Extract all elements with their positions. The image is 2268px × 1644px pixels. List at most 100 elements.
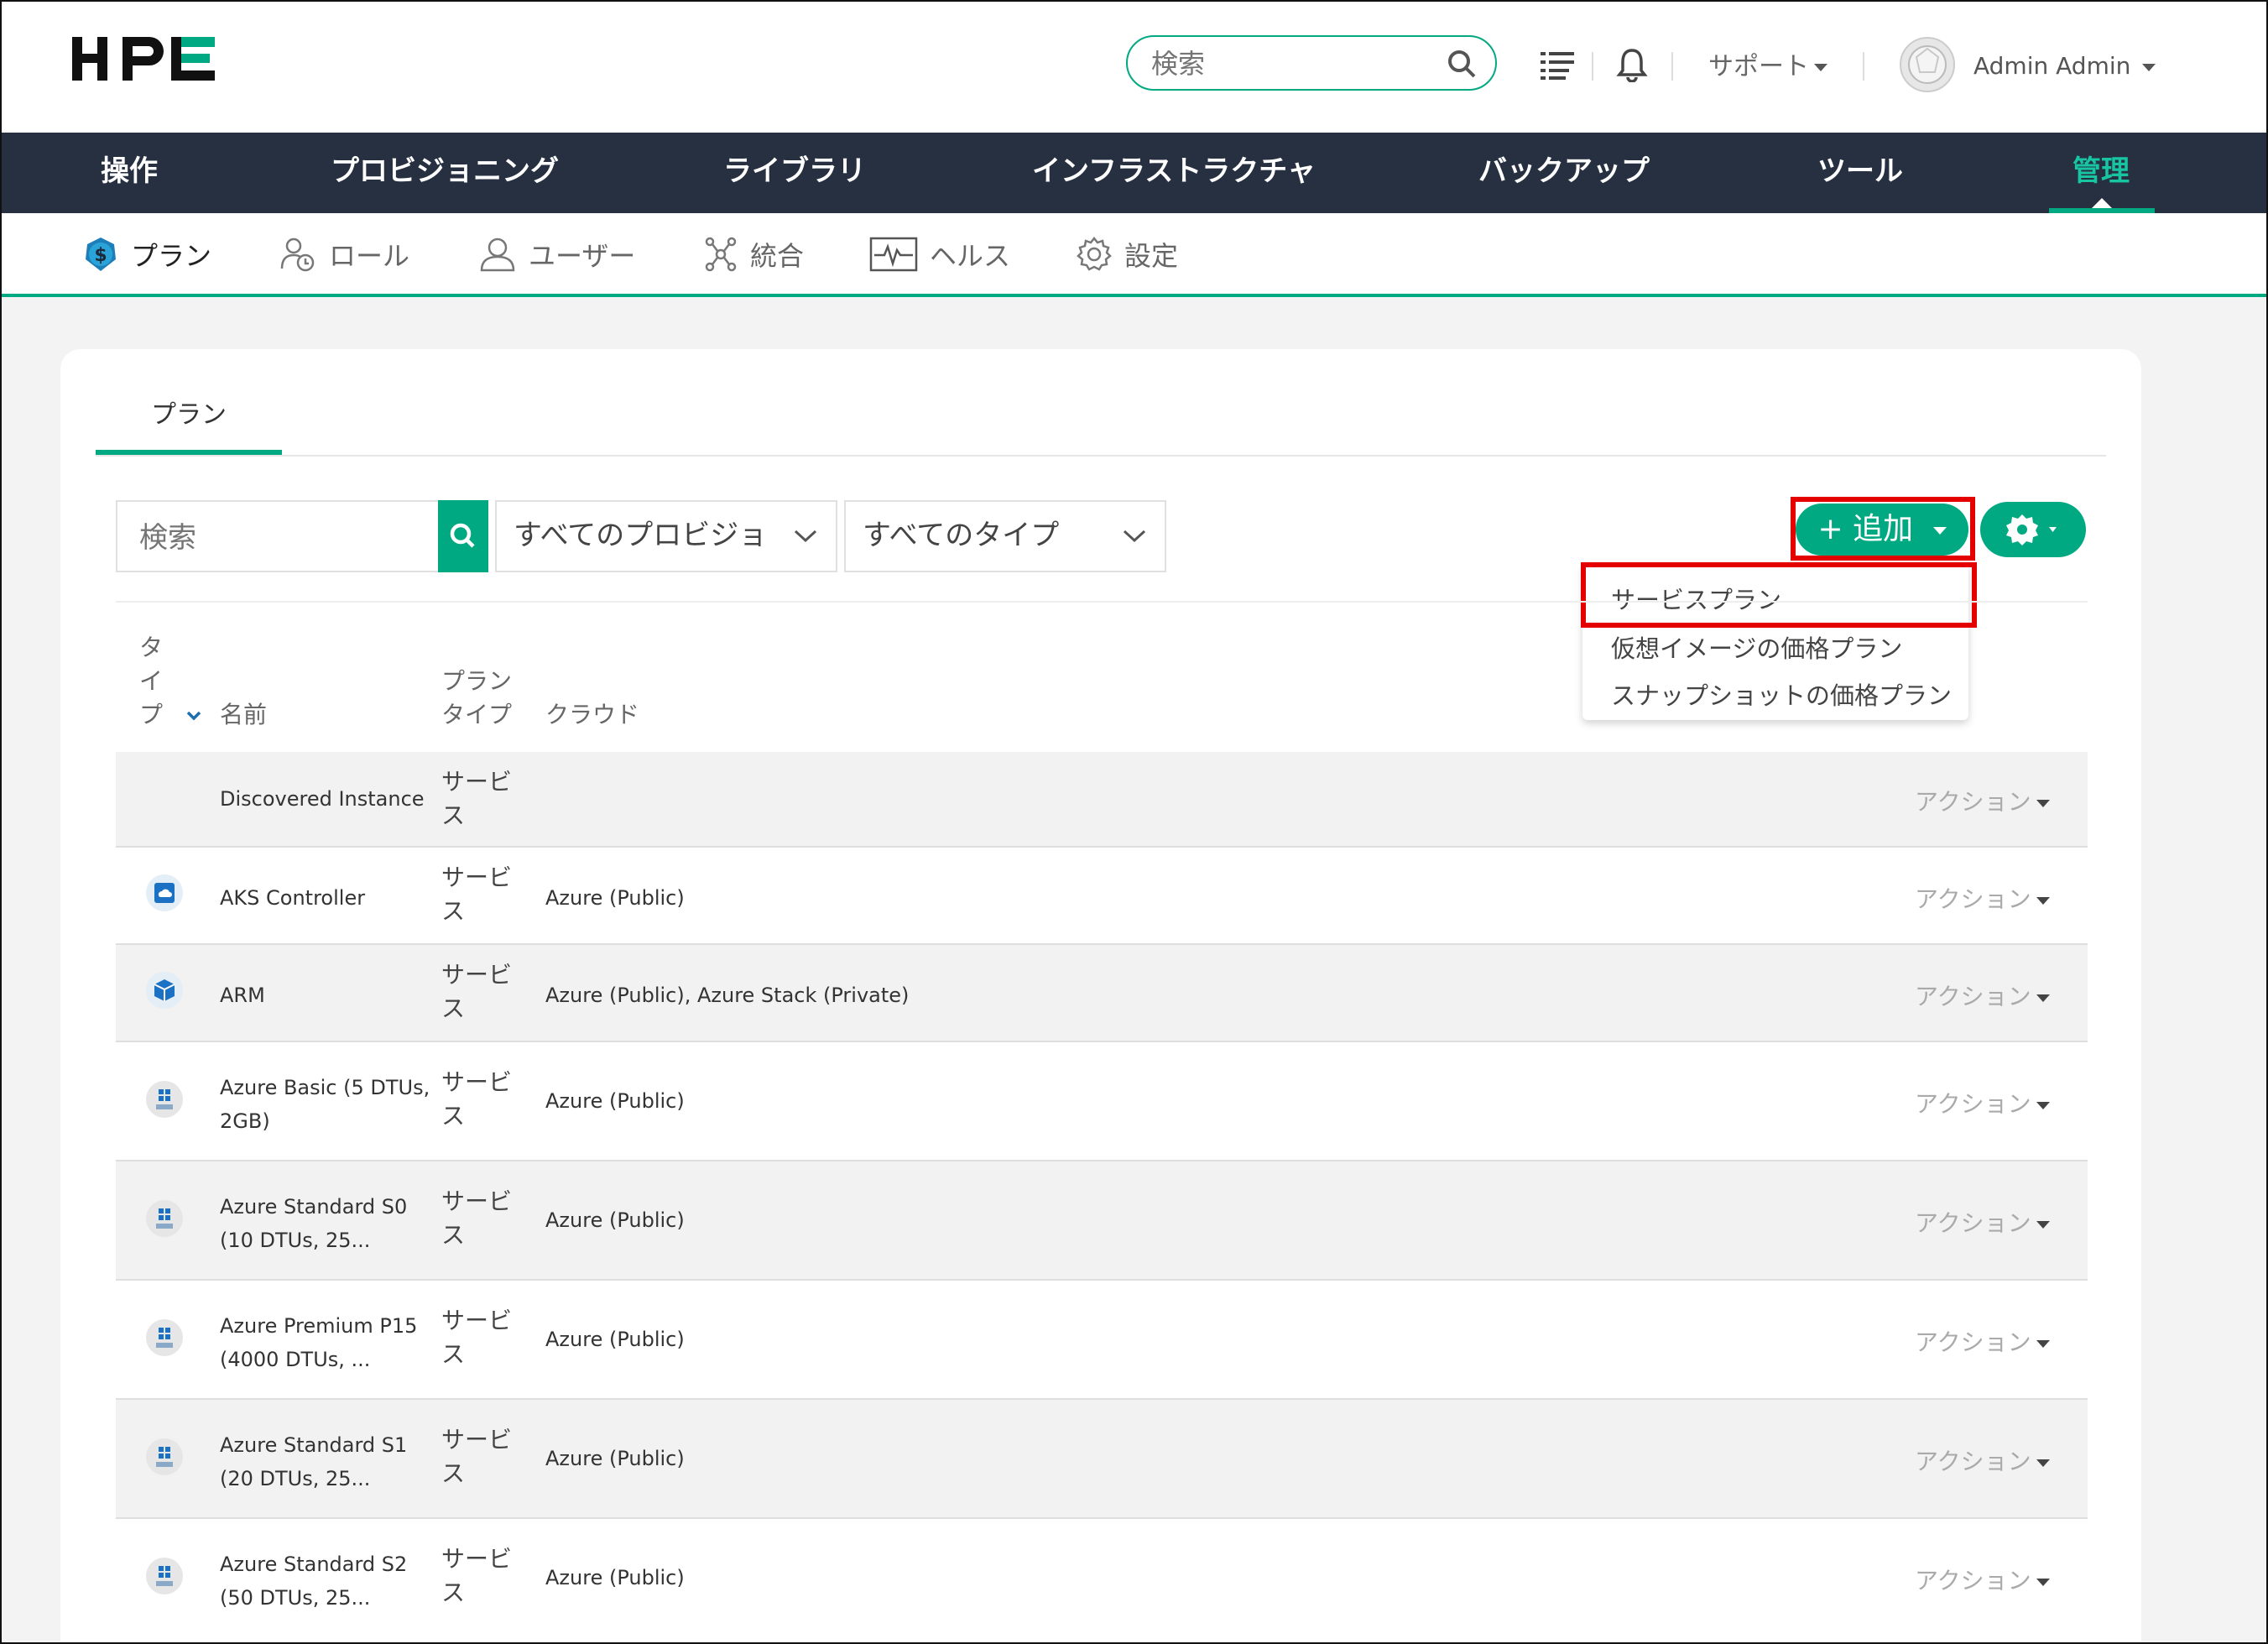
settings-menu-button[interactable]: [1980, 502, 2086, 557]
active-nav-pointer: [2092, 198, 2112, 208]
plan-name: ARM: [220, 984, 265, 1007]
nav-provisioning[interactable]: プロビジョニング: [331, 133, 559, 213]
plan-name-line: Azure Standard S1: [220, 1433, 408, 1457]
row-actions-menu[interactable]: アクション: [1915, 784, 2050, 817]
chevron-down-icon: [2036, 1101, 2050, 1109]
subnav-settings-label: 設定: [1124, 240, 1179, 272]
table-row[interactable]: Azure Premium P15 (4000 DTUs, ... サービ ス …: [116, 1281, 2088, 1400]
top-header: サポート Admin Admin: [2, 2, 2266, 133]
bell-icon[interactable]: [1616, 47, 1648, 82]
subnav-plans-label: プラン: [131, 240, 212, 272]
plan-cloud: Azure (Public): [545, 1208, 685, 1232]
row-actions-menu[interactable]: アクション: [1915, 1205, 2050, 1239]
plan-name: Azure Basic (5 DTUs, 2GB): [220, 1071, 430, 1138]
plan-name: Discovered Instance: [220, 787, 425, 811]
column-cloud-header[interactable]: クラウド: [545, 698, 639, 732]
plan-cloud: Azure (Public): [545, 1447, 685, 1470]
actions-label: アクション: [1915, 1209, 2031, 1237]
plan-search-input[interactable]: [138, 519, 426, 557]
row-actions-menu[interactable]: アクション: [1915, 979, 2050, 1012]
plan-search-button[interactable]: [438, 500, 488, 572]
table-header: タ イ プ 名前 プラン タイプ クラウド: [116, 601, 2088, 754]
sort-chevron-icon[interactable]: [186, 710, 201, 722]
subnav-settings[interactable]: 設定: [1076, 233, 1178, 275]
row-actions-menu[interactable]: アクション: [1915, 881, 2050, 915]
column-plan-type-header[interactable]: プラン タイプ: [441, 665, 512, 732]
integrations-icon: [705, 237, 737, 272]
plan-name-line: (50 DTUs, 25...: [220, 1586, 371, 1610]
add-button-highlight: [1791, 497, 1975, 561]
user-menu[interactable]: Admin Admin: [1973, 52, 2156, 80]
sub-navigation: $ プラン ロール ユーザー 統合 ヘルス 設定: [2, 213, 2266, 297]
actions-label: アクション: [1915, 1448, 2031, 1475]
global-search[interactable]: [1126, 35, 1497, 91]
subnav-health[interactable]: ヘルス: [869, 233, 1010, 275]
plan-type-line: ス: [441, 1340, 466, 1368]
chevron-down-icon: [2036, 1459, 2050, 1467]
sql-server-glyph: [156, 1566, 173, 1586]
subnav-plans[interactable]: $ プラン: [82, 233, 211, 275]
table-row[interactable]: Azure Basic (5 DTUs, 2GB) サービ ス Azure (P…: [116, 1042, 2088, 1161]
row-actions-menu[interactable]: アクション: [1915, 1324, 2050, 1358]
gear-icon: [2006, 514, 2057, 545]
search-icon[interactable]: [1447, 49, 1477, 79]
nav-library[interactable]: ライブラリ: [723, 133, 866, 213]
hpe-logo-mark: [72, 37, 215, 81]
sql-server-icon: [146, 1200, 183, 1237]
subnav-integrations[interactable]: 統合: [703, 233, 804, 275]
plan-cloud: Azure (Public): [545, 1566, 685, 1589]
table-row[interactable]: Azure Standard S0 (10 DTUs, 25... サービ ス …: [116, 1161, 2088, 1281]
sql-server-icon: [146, 1081, 183, 1118]
search-icon: [450, 523, 475, 548]
subnav-users-label: ユーザー: [529, 240, 636, 272]
plan-cloud: Azure (Public), Azure Stack (Private): [545, 984, 910, 1007]
plan-type-line: ス: [441, 1102, 466, 1130]
table-row[interactable]: Azure Standard S2 (50 DTUs, 25... サービ ス …: [116, 1519, 2088, 1636]
plan-type-line: ス: [441, 897, 466, 925]
plan-type: サービ ス: [441, 1542, 512, 1610]
plan-name: Azure Premium P15 (4000 DTUs, ...: [220, 1309, 417, 1376]
chevron-down-icon: [1123, 530, 1146, 543]
actions-label: アクション: [1915, 788, 2031, 816]
plan-type: サービ ス: [441, 765, 512, 832]
row-actions-menu[interactable]: アクション: [1915, 1563, 2050, 1596]
actions-label: アクション: [1915, 1328, 2031, 1356]
subnav-roles[interactable]: ロール: [279, 233, 409, 275]
tab-plans[interactable]: プラン: [96, 388, 282, 455]
type-filter-select[interactable]: すべてのタイプ: [844, 500, 1166, 572]
plan-cloud: Azure (Public): [545, 886, 685, 910]
sql-server-glyph: [156, 1328, 173, 1348]
header-text: プラン: [441, 667, 513, 695]
subnav-users[interactable]: ユーザー: [478, 233, 635, 275]
row-actions-menu[interactable]: アクション: [1915, 1443, 2050, 1477]
tab-divider: [96, 455, 2106, 457]
nav-backup[interactable]: バックアップ: [1478, 133, 1650, 213]
table-row[interactable]: Discovered Instance サービ ス アクション: [116, 752, 2088, 848]
nav-operations[interactable]: 操作: [101, 133, 158, 213]
column-type-header[interactable]: タ イ プ: [139, 631, 163, 732]
hpe-logo[interactable]: [72, 34, 232, 87]
provisioning-filter-value: すべてのプロビジョ: [514, 519, 768, 552]
plan-type-line: サービ: [441, 1307, 513, 1334]
column-name-header[interactable]: 名前: [220, 698, 267, 732]
nav-tools[interactable]: ツール: [1817, 133, 1903, 213]
plan-name-line: Azure Premium P15: [220, 1314, 418, 1338]
nav-infrastructure[interactable]: インフラストラクチャ: [1032, 133, 1316, 213]
list-icon[interactable]: [1541, 49, 1576, 81]
table-row[interactable]: ARM サービ ス Azure (Public), Azure Stack (P…: [116, 945, 2088, 1042]
support-menu[interactable]: サポート: [1708, 45, 1827, 82]
table-row[interactable]: Azure Standard S1 (20 DTUs, 25... サービ ス …: [116, 1400, 2088, 1519]
plan-search[interactable]: [116, 500, 488, 572]
sql-server-glyph: [156, 1447, 173, 1467]
type-filter-value: すべてのタイプ: [863, 519, 1060, 552]
global-search-input[interactable]: [1150, 45, 1438, 82]
row-actions-menu[interactable]: アクション: [1915, 1086, 2050, 1119]
chevron-down-icon: [2036, 994, 2050, 1002]
plans-dollar-icon: $: [86, 237, 116, 271]
provisioning-filter-select[interactable]: すべてのプロビジョ: [495, 500, 837, 572]
plan-name-line: (10 DTUs, 25...: [220, 1229, 371, 1252]
avatar[interactable]: [1900, 37, 1955, 92]
plan-type-line: サービ: [441, 1187, 513, 1215]
table-row[interactable]: AKS Controller サービ ス Azure (Public) アクショ…: [116, 848, 2088, 945]
plan-type: サービ ス: [441, 1185, 512, 1252]
